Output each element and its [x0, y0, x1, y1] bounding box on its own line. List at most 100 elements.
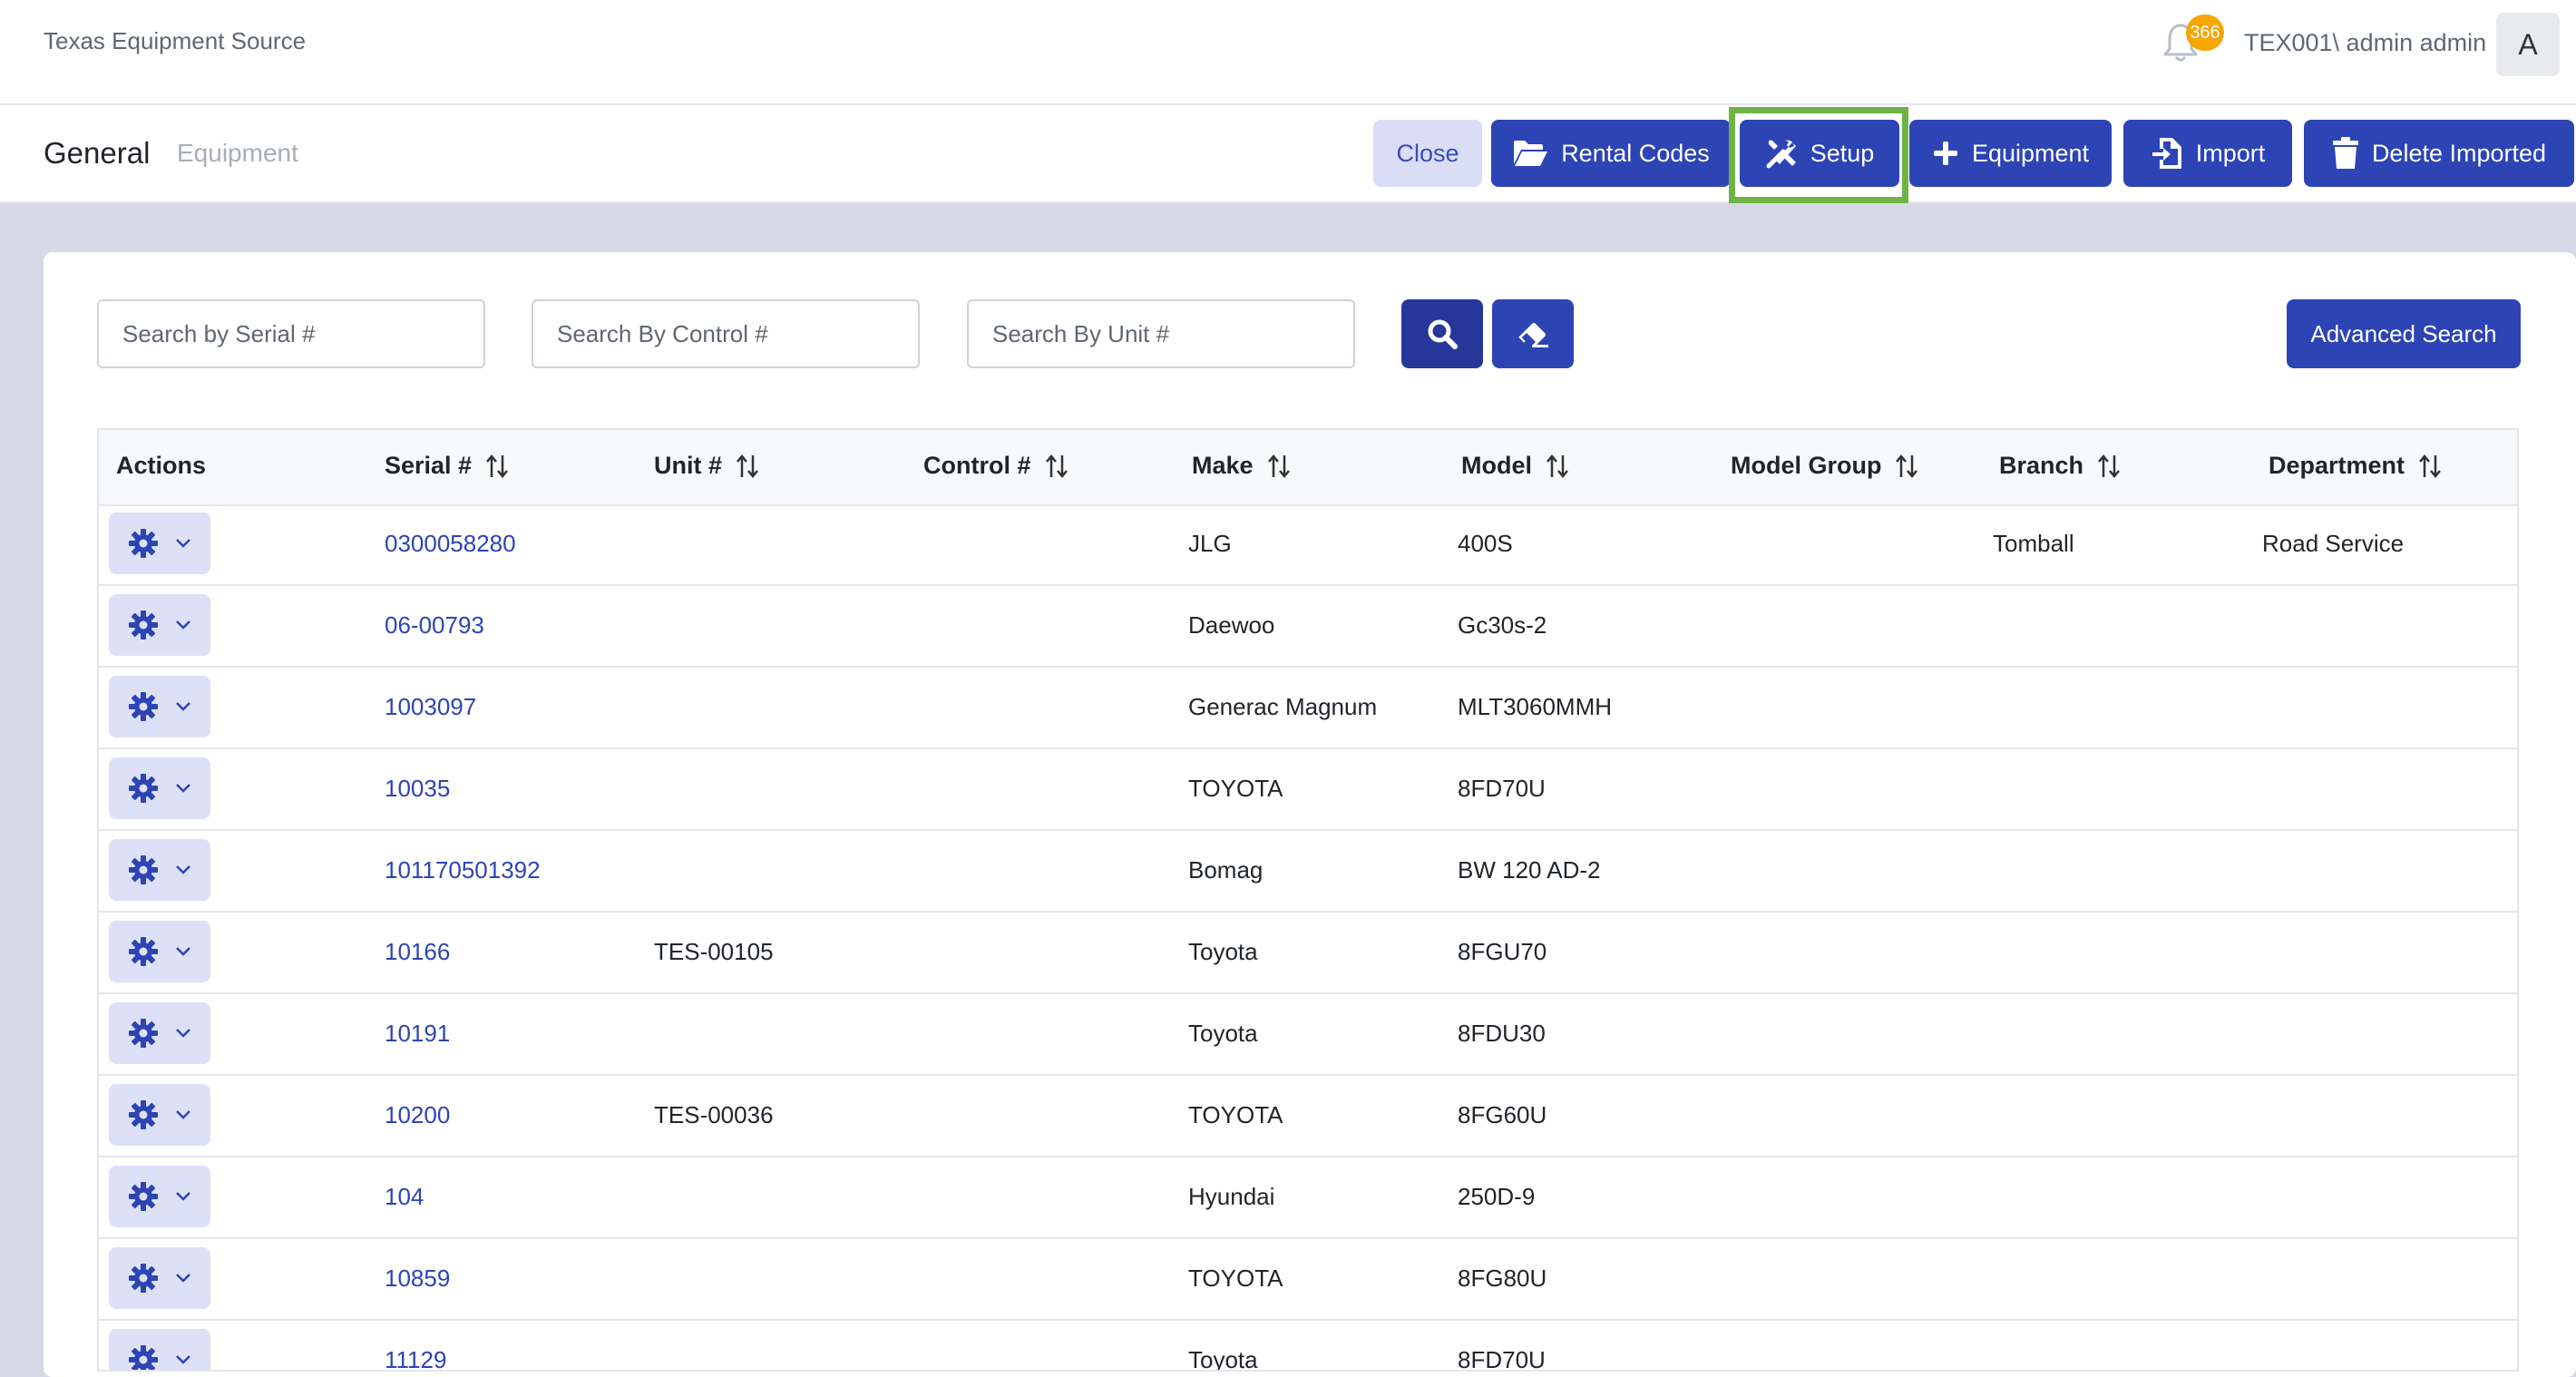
row-actions-dropdown[interactable] — [109, 921, 210, 982]
model-cell: 8FGU70 — [1458, 938, 1547, 965]
serial-search-input[interactable] — [97, 299, 485, 368]
table-row: 10859 TOYOTA 8FG80U — [99, 1239, 2517, 1321]
model-cell: 8FDU30 — [1458, 1020, 1546, 1047]
chevron-down-icon — [176, 1029, 190, 1038]
col-make[interactable]: Make — [1192, 452, 1292, 480]
serial-cell[interactable]: 10859 — [385, 1265, 450, 1293]
serial-cell[interactable]: 101170501392 — [385, 856, 541, 884]
row-actions-dropdown[interactable] — [109, 1247, 210, 1309]
import-button[interactable]: Import — [2123, 120, 2292, 187]
col-department-label: Department — [2269, 452, 2405, 479]
row-actions-dropdown[interactable] — [109, 1002, 210, 1064]
col-make-label: Make — [1192, 452, 1254, 479]
col-unit[interactable]: Unit # — [654, 452, 760, 480]
table-header: Actions Serial # Unit # Control # Make M… — [99, 430, 2517, 506]
row-actions-dropdown[interactable] — [109, 676, 210, 737]
table-row: 10200 TES-00036 TOYOTA 8FG60U — [99, 1076, 2517, 1157]
unit-search-input[interactable] — [967, 299, 1355, 368]
plus-icon — [1933, 142, 1957, 165]
advanced-search-button[interactable]: Advanced Search — [2287, 299, 2521, 368]
col-branch[interactable]: Branch — [1999, 452, 2122, 480]
sort-icon — [1547, 454, 1568, 478]
row-actions-dropdown[interactable] — [109, 839, 210, 901]
eraser-icon — [1518, 323, 1548, 347]
search-icon — [1428, 319, 1458, 349]
chevron-down-icon — [176, 1355, 190, 1364]
table-row: 0300058280 JLG 400S Tomball Road Service — [99, 504, 2517, 586]
table-row: 11129 Toyota 8FD70U — [99, 1321, 2517, 1370]
serial-cell[interactable]: 10191 — [385, 1020, 450, 1048]
rental-codes-button[interactable]: Rental Codes — [1491, 120, 1731, 187]
tab-general[interactable]: General — [44, 136, 150, 171]
col-model-group[interactable]: Model Group — [1731, 452, 1919, 480]
row-actions-dropdown[interactable] — [109, 1166, 210, 1227]
model-cell: BW 120 AD-2 — [1458, 856, 1601, 884]
delete-imported-label: Delete Imported — [2371, 139, 2547, 167]
col-actions: Actions — [116, 452, 206, 480]
make-cell: Hyundai — [1188, 1183, 1275, 1210]
user-name[interactable]: TEX001\ admin admin — [2244, 29, 2486, 57]
model-cell: 8FD70U — [1458, 775, 1546, 802]
col-model[interactable]: Model — [1461, 452, 1570, 480]
chevron-down-icon — [176, 1274, 190, 1283]
sort-icon — [737, 454, 758, 478]
serial-cell[interactable]: 0300058280 — [385, 530, 516, 558]
col-serial[interactable]: Serial # — [385, 452, 510, 480]
trash-icon — [2332, 137, 2358, 169]
sort-icon — [2098, 454, 2120, 478]
table-row: 10035 TOYOTA 8FD70U — [99, 749, 2517, 831]
unit-cell: TES-00105 — [654, 938, 774, 965]
gear-icon — [129, 1019, 158, 1048]
unit-cell: TES-00036 — [654, 1101, 774, 1128]
serial-cell[interactable]: 06-00793 — [385, 611, 484, 640]
row-actions-dropdown[interactable] — [109, 1084, 210, 1146]
sort-icon — [2419, 454, 2441, 478]
model-cell: 8FG80U — [1458, 1265, 1547, 1292]
table-row: 104 Hyundai 250D-9 — [99, 1157, 2517, 1239]
notification-badge[interactable]: 366 — [2186, 15, 2224, 51]
sort-icon — [1896, 454, 1918, 478]
serial-cell[interactable]: 10166 — [385, 938, 450, 966]
gear-icon — [129, 692, 158, 721]
serial-cell[interactable]: 1003097 — [385, 693, 476, 721]
make-cell: Bomag — [1188, 856, 1264, 884]
tools-icon — [1766, 140, 1796, 169]
control-search-input[interactable] — [532, 299, 920, 368]
chevron-down-icon — [176, 784, 190, 793]
avatar[interactable]: A — [2496, 13, 2560, 76]
make-cell: Daewoo — [1188, 611, 1275, 639]
branch-cell: Tomball — [1993, 530, 2074, 557]
gear-icon — [129, 774, 158, 803]
row-actions-dropdown[interactable] — [109, 594, 210, 656]
brand-name[interactable]: Texas Equipment Source — [44, 27, 306, 55]
serial-cell[interactable]: 104 — [385, 1183, 424, 1211]
setup-button[interactable]: Setup — [1740, 120, 1899, 187]
table-row: 10166 TES-00105 Toyota 8FGU70 — [99, 913, 2517, 994]
clear-search-button[interactable] — [1492, 299, 1574, 368]
row-actions-dropdown[interactable] — [109, 513, 210, 574]
close-button[interactable]: Close — [1373, 120, 1482, 187]
col-model-label: Model — [1461, 452, 1532, 479]
col-control[interactable]: Control # — [923, 452, 1069, 480]
serial-cell[interactable]: 10200 — [385, 1101, 450, 1129]
col-unit-label: Unit # — [654, 452, 723, 479]
table-row: 101170501392 Bomag BW 120 AD-2 — [99, 831, 2517, 913]
gear-icon — [129, 610, 158, 640]
delete-imported-button[interactable]: Delete Imported — [2304, 120, 2574, 187]
add-equipment-button[interactable]: Equipment — [1909, 120, 2112, 187]
search-button[interactable] — [1401, 299, 1483, 368]
model-cell: Gc30s-2 — [1458, 611, 1547, 639]
tab-equipment[interactable]: Equipment — [177, 139, 298, 168]
serial-cell[interactable]: 10035 — [385, 775, 450, 803]
sort-icon — [1267, 454, 1290, 478]
row-actions-dropdown[interactable] — [109, 1329, 210, 1370]
row-actions-dropdown[interactable] — [109, 757, 210, 819]
gear-icon — [129, 1100, 158, 1129]
chevron-down-icon — [176, 702, 190, 711]
col-model-group-label: Model Group — [1731, 452, 1882, 479]
col-branch-label: Branch — [1999, 452, 2084, 479]
col-department[interactable]: Department — [2269, 452, 2443, 480]
col-control-label: Control # — [923, 452, 1031, 479]
folder-open-icon — [1514, 141, 1548, 166]
gear-icon — [129, 937, 158, 966]
